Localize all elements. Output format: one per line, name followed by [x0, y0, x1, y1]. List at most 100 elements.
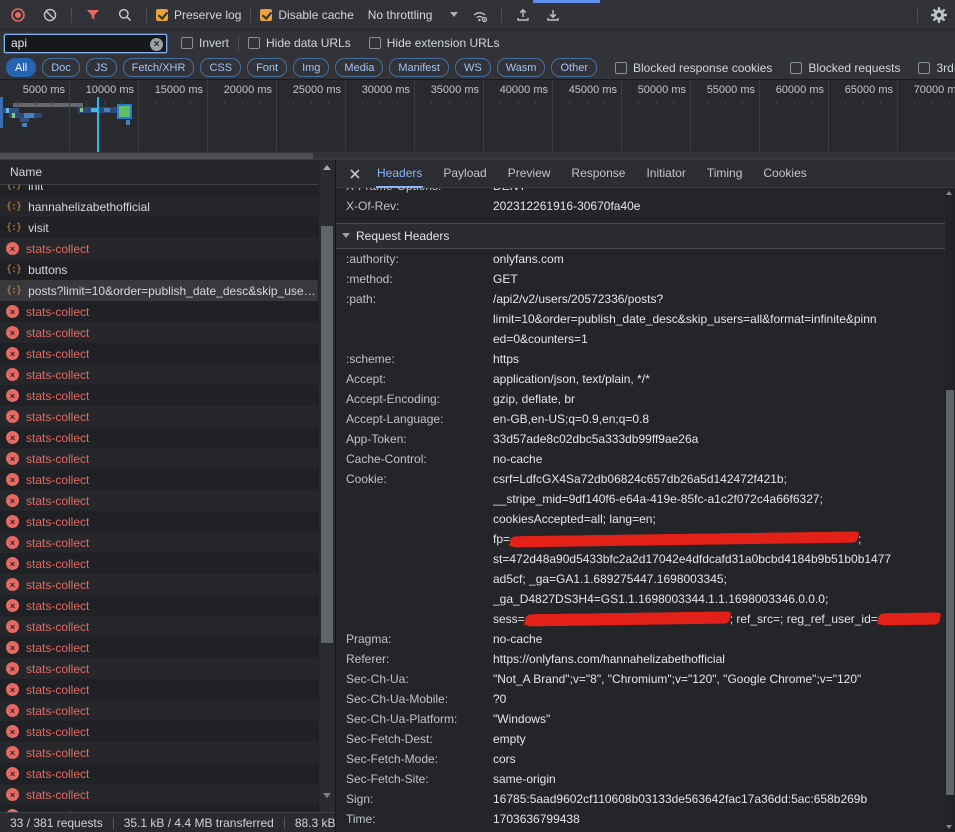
details-scrollbar-thumb[interactable] — [946, 390, 954, 795]
checkbox-icon[interactable] — [248, 37, 260, 49]
request-row[interactable]: ×stats-collect — [0, 406, 318, 427]
timeline-label: 35000 ms — [431, 84, 479, 96]
request-row[interactable]: ×stats-collect — [0, 700, 318, 721]
request-headers-section-header[interactable]: Request Headers — [336, 223, 945, 249]
request-row[interactable]: ×stats-collect — [0, 553, 318, 574]
type-filter-wasm[interactable]: Wasm — [497, 58, 546, 77]
filter-input[interactable] — [4, 34, 167, 53]
scroll-down-icon[interactable] — [946, 825, 952, 829]
blocked-requests-checkbox[interactable]: Blocked requests — [790, 61, 900, 75]
tab-cookies[interactable]: Cookies — [762, 160, 807, 188]
request-row[interactable]: {:}buttons — [0, 259, 318, 280]
request-row[interactable]: ×stats-collect — [0, 616, 318, 637]
header-value-line: 16785:5aad9602cf110608b03133de563642fac1… — [493, 789, 945, 809]
request-row[interactable]: ×stats-collect — [0, 574, 318, 595]
json-request-icon: {:} — [6, 264, 21, 275]
tab-initiator[interactable]: Initiator — [645, 160, 686, 188]
request-row[interactable]: ×stats-collect — [0, 637, 318, 658]
type-filter-js[interactable]: JS — [86, 58, 117, 77]
checkbox-icon[interactable] — [181, 37, 193, 49]
type-filter-ws[interactable]: WS — [455, 58, 491, 77]
requests-scrollbar[interactable] — [318, 160, 335, 812]
disable-cache-checkbox[interactable]: Disable cache — [260, 8, 353, 22]
blocked-response-cookies-checkbox[interactable]: Blocked response cookies — [615, 61, 772, 75]
request-row[interactable]: ×stats-collect — [0, 721, 318, 742]
chevron-down-icon[interactable] — [450, 12, 458, 17]
request-row[interactable]: ×stats-collect — [0, 427, 318, 448]
details-scrollbar[interactable] — [945, 188, 955, 832]
network-conditions-button[interactable] — [468, 3, 492, 27]
request-name: stats-collect — [26, 242, 89, 256]
invert-checkbox[interactable]: Invert — [181, 36, 229, 50]
failed-request-icon: × — [6, 683, 19, 696]
request-row[interactable]: {:}visit — [0, 217, 318, 238]
type-filter-doc[interactable]: Doc — [42, 58, 80, 77]
type-filter-manifest[interactable]: Manifest — [389, 58, 449, 77]
request-row[interactable]: ×stats-collect — [0, 448, 318, 469]
request-row[interactable]: {:}hannahelizabethofficial — [0, 196, 318, 217]
hide-data-urls-checkbox[interactable]: Hide data URLs — [248, 36, 351, 50]
type-filter-css[interactable]: CSS — [200, 58, 241, 77]
type-filter-fetch-xhr[interactable]: Fetch/XHR — [123, 58, 195, 77]
request-row[interactable]: ×stats-collect — [0, 763, 318, 784]
checkbox-icon[interactable] — [615, 62, 627, 74]
settings-button[interactable] — [927, 3, 951, 27]
requests-scrollbar-thumb[interactable] — [321, 226, 333, 643]
overview-scrollbar-thumb[interactable] — [0, 153, 313, 159]
request-row[interactable]: ×stats-collect — [0, 469, 318, 490]
type-filter-all[interactable]: All — [6, 58, 36, 77]
request-row[interactable]: ×stats-collect — [0, 322, 318, 343]
request-row[interactable]: ×stats-collect — [0, 301, 318, 322]
filter-button[interactable] — [81, 3, 105, 27]
preserve-log-checkbox[interactable]: Preserve log — [156, 8, 241, 22]
type-filter-media[interactable]: Media — [335, 58, 383, 77]
throttling-select[interactable]: No throttling — [368, 8, 433, 22]
request-row[interactable]: ×stats-collect — [0, 343, 318, 364]
request-row[interactable]: ×stats-collect — [0, 490, 318, 511]
checkbox-checked-icon[interactable] — [156, 9, 168, 21]
scroll-up-icon[interactable] — [946, 191, 952, 195]
header-name: :authority: — [336, 249, 493, 269]
request-row[interactable]: {:}init — [0, 185, 318, 196]
clear-filter-icon[interactable]: × — [150, 38, 163, 51]
record-button[interactable] — [6, 3, 30, 27]
waterfall-bar — [22, 123, 27, 127]
request-row[interactable]: {:}posts?limit=10&order=publish_date_des… — [0, 280, 318, 301]
request-row[interactable]: ×stats-collect — [0, 805, 318, 812]
request-row[interactable]: ×stats-collect — [0, 364, 318, 385]
checkbox-icon[interactable] — [369, 37, 381, 49]
request-row[interactable]: ×stats-collect — [0, 238, 318, 259]
scroll-down-icon[interactable] — [323, 793, 331, 798]
type-filter-img[interactable]: Img — [293, 58, 329, 77]
request-row[interactable]: ×stats-collect — [0, 784, 318, 805]
request-row[interactable]: ×stats-collect — [0, 385, 318, 406]
tab-timing[interactable]: Timing — [706, 160, 744, 188]
request-row[interactable]: ×stats-collect — [0, 532, 318, 553]
name-column-header[interactable]: Name — [0, 160, 318, 185]
network-overview[interactable]: 5000 ms10000 ms15000 ms20000 ms25000 ms3… — [0, 80, 955, 160]
filter-toolbar: × Invert Hide data URLs Hide extension U… — [0, 30, 955, 56]
request-row[interactable]: ×stats-collect — [0, 658, 318, 679]
header-value-line: empty — [493, 729, 945, 749]
3rd-party-requests-checkbox[interactable]: 3rd-party requests — [918, 61, 955, 75]
request-row[interactable]: ×stats-collect — [0, 742, 318, 763]
close-details-button[interactable] — [348, 167, 362, 181]
tab-headers[interactable]: Headers — [376, 160, 423, 188]
checkbox-icon[interactable] — [918, 62, 930, 74]
type-filter-font[interactable]: Font — [247, 58, 287, 77]
request-row[interactable]: ×stats-collect — [0, 595, 318, 616]
checkbox-icon[interactable] — [790, 62, 802, 74]
import-har-button[interactable] — [511, 3, 535, 27]
tab-preview[interactable]: Preview — [507, 160, 552, 188]
clear-button[interactable] — [38, 3, 62, 27]
request-row[interactable]: ×stats-collect — [0, 679, 318, 700]
type-filter-other[interactable]: Other — [551, 58, 597, 77]
export-har-button[interactable] — [541, 3, 565, 27]
scroll-up-icon[interactable] — [323, 165, 331, 170]
request-row[interactable]: ×stats-collect — [0, 511, 318, 532]
tab-payload[interactable]: Payload — [442, 160, 487, 188]
search-button[interactable] — [113, 3, 137, 27]
hide-extension-urls-checkbox[interactable]: Hide extension URLs — [369, 36, 500, 50]
checkbox-checked-icon[interactable] — [260, 9, 272, 21]
tab-response[interactable]: Response — [570, 160, 626, 188]
